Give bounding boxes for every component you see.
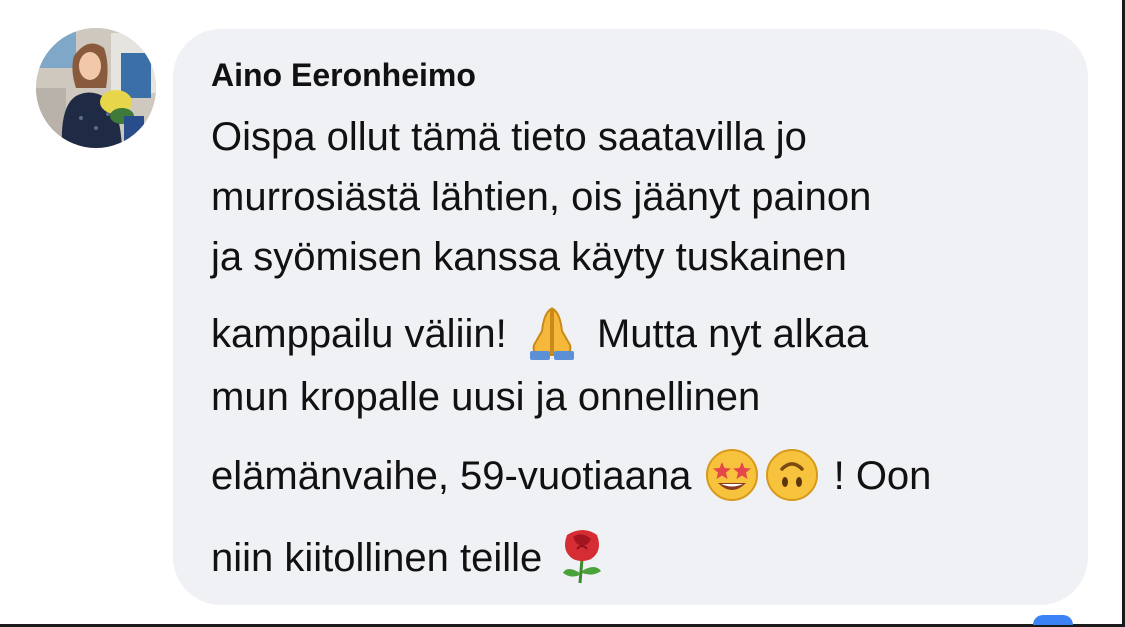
comment-line-3: ja syömisen kanssa käyty tuskainen [211, 235, 847, 279]
upside-down-face-icon [764, 447, 820, 514]
comment-line-4-end: Mutta nyt alkaa [596, 312, 869, 356]
folded-hands-icon [520, 305, 584, 372]
rose-icon [555, 525, 611, 596]
comment-line-7: niin kiitollinen teille [211, 525, 613, 596]
profile-photo-icon [36, 28, 156, 148]
comment-line-7-start: niin kiitollinen teille [211, 536, 543, 580]
comment-line-1: Oispa ollut tämä tieto saatavilla jo [211, 115, 807, 159]
comment-line-6-start: elämänvaihe, 59-vuotiaana [211, 454, 692, 498]
avatar[interactable] [36, 28, 156, 148]
star-struck-icon [704, 447, 760, 514]
comment-line-2: murrosiästä lähtien, ois jäänyt painon [211, 175, 872, 219]
comment-line-4-start: kamppailu väliin! [211, 312, 507, 356]
reaction-indicator [1033, 615, 1073, 625]
comment-line-6: elämänvaihe, 59-vuotiaana ! Oon [211, 447, 931, 514]
comment-line-5: mun kropalle uusi ja onnellinen [211, 375, 761, 419]
comment-line-4: kamppailu väliin! Mutta nyt alkaa [211, 305, 868, 372]
comment-line-6-end: ! Oon [833, 454, 932, 498]
comment-author[interactable]: Aino Eeronheimo [211, 55, 476, 95]
comment-bubble: Aino Eeronheimo Oispa ollut tämä tieto s… [173, 29, 1088, 605]
